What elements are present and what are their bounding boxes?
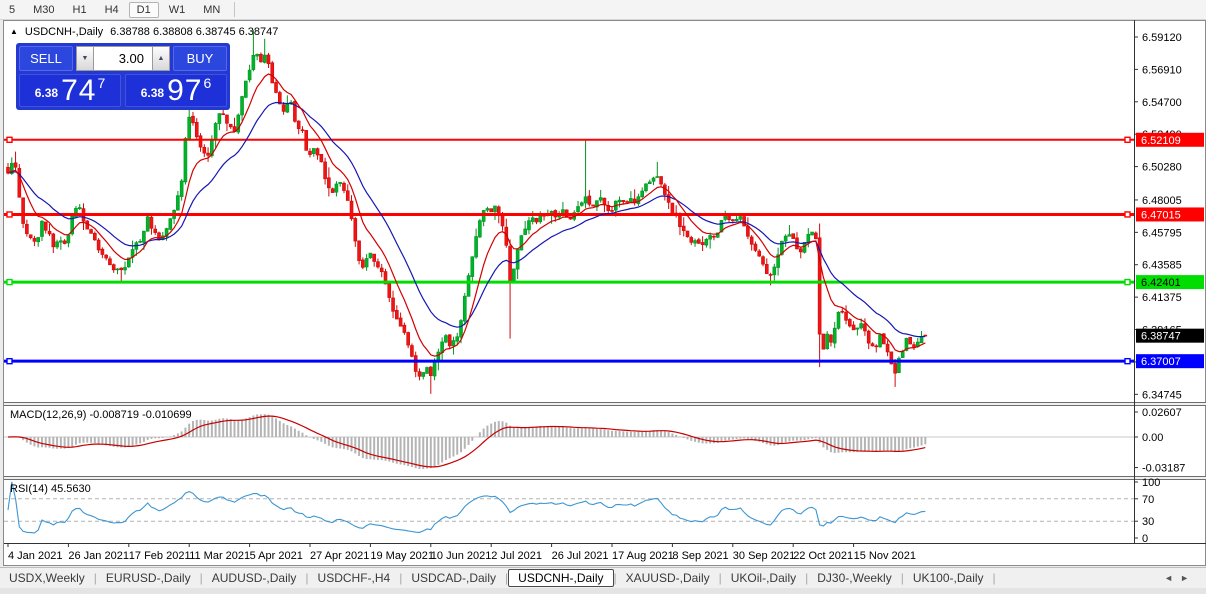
svg-text:6.50280: 6.50280 [1142, 162, 1182, 174]
svg-text:19 May 2021: 19 May 2021 [370, 550, 434, 562]
tab-dj30-weekly[interactable]: DJ30-,Weekly [808, 570, 900, 586]
svg-text:6.47015: 6.47015 [1141, 209, 1181, 221]
chart-header: ▲ USDCNH-,Daily 6.38788 6.38808 6.38745 … [10, 26, 278, 38]
buy-price-display[interactable]: 6.38 97 6 [125, 74, 227, 107]
svg-text:26 Jul 2021: 26 Jul 2021 [552, 550, 609, 562]
sell-price-sup: 7 [97, 75, 105, 91]
svg-text:6.48005: 6.48005 [1142, 195, 1182, 207]
svg-text:MACD(12,26,9) -0.008719 -0.010: MACD(12,26,9) -0.008719 -0.010699 [10, 409, 192, 421]
svg-text:30: 30 [1142, 516, 1154, 528]
timeframe-button-h1[interactable]: H1 [65, 2, 95, 18]
svg-text:22 Oct 2021: 22 Oct 2021 [793, 550, 853, 562]
buy-price-big: 97 [167, 78, 202, 104]
timeframe-button-h4[interactable]: H4 [97, 2, 127, 18]
svg-text:17 Feb 2021: 17 Feb 2021 [129, 550, 191, 562]
svg-text:70: 70 [1142, 494, 1154, 506]
svg-text:6.54700: 6.54700 [1142, 97, 1182, 109]
svg-text:6.43585: 6.43585 [1142, 260, 1182, 272]
svg-text:6.52109: 6.52109 [1141, 135, 1181, 147]
tab-xauusd-daily[interactable]: XAUUSD-,Daily [617, 570, 719, 586]
chart-ohlc-values: 6.38788 6.38808 6.38745 6.38747 [110, 26, 278, 38]
svg-text:8 Sep 2021: 8 Sep 2021 [672, 550, 728, 562]
timeframe-button-w1[interactable]: W1 [161, 2, 194, 18]
tab-uk100-daily[interactable]: UK100-,Daily [904, 570, 993, 586]
svg-text:4 Jan 2021: 4 Jan 2021 [8, 550, 62, 562]
buy-button[interactable]: BUY [173, 46, 227, 71]
buy-price-base: 6.38 [141, 86, 164, 100]
svg-text:6.56910: 6.56910 [1142, 64, 1182, 76]
svg-text:0: 0 [1142, 533, 1148, 545]
svg-text:6.45795: 6.45795 [1142, 227, 1182, 239]
volume-stepper: ▼ 3.00 ▲ [76, 46, 170, 71]
svg-text:0.02607: 0.02607 [1142, 407, 1182, 419]
tab-usdchf-h4[interactable]: USDCHF-,H4 [309, 570, 400, 586]
tab-usdcnh-daily[interactable]: USDCNH-,Daily [508, 569, 613, 587]
tab-scroll-arrows[interactable]: ◄► [1164, 573, 1196, 583]
timeframe-button-5[interactable]: 5 [1, 2, 23, 18]
svg-text:15 Nov 2021: 15 Nov 2021 [854, 550, 916, 562]
timeframe-button-m30[interactable]: M30 [25, 2, 62, 18]
timeframe-toolbar: 5M30H1H4D1W1MN [0, 0, 1206, 20]
svg-text:11 Mar 2021: 11 Mar 2021 [189, 550, 250, 562]
buy-price-sup: 6 [203, 75, 211, 91]
sell-price-big: 74 [61, 78, 96, 104]
svg-text:2 Jul 2021: 2 Jul 2021 [491, 550, 542, 562]
svg-text:6.34745: 6.34745 [1142, 389, 1182, 401]
collapse-subwindow-icon[interactable]: ▲ [10, 27, 18, 37]
volume-up-button[interactable]: ▲ [152, 46, 170, 71]
toolbar-separator [234, 2, 235, 17]
svg-text:100: 100 [1142, 477, 1160, 489]
svg-text:27 Apr 2021: 27 Apr 2021 [310, 550, 369, 562]
sell-price-display[interactable]: 6.38 74 7 [19, 74, 121, 107]
svg-text:17 Aug 2021: 17 Aug 2021 [612, 550, 674, 562]
tab-separator: | [993, 571, 996, 585]
svg-text:26 Jan 2021: 26 Jan 2021 [68, 550, 129, 562]
tab-usdx-weekly[interactable]: USDX,Weekly [0, 570, 94, 586]
one-click-trade-panel: SELL ▼ 3.00 ▲ BUY 6.38 74 7 6.38 97 6 [16, 43, 230, 110]
svg-text:30 Sep 2021: 30 Sep 2021 [733, 550, 795, 562]
tab-usdcad-daily[interactable]: USDCAD-,Daily [402, 570, 505, 586]
timeframe-button-d1[interactable]: D1 [129, 2, 159, 18]
tab-audusd-daily[interactable]: AUDUSD-,Daily [203, 570, 306, 586]
svg-text:RSI(14) 45.5630: RSI(14) 45.5630 [10, 483, 91, 495]
svg-text:6.37007: 6.37007 [1141, 356, 1181, 368]
svg-text:6.42401: 6.42401 [1141, 277, 1181, 289]
tab-ukoil-daily[interactable]: UKOil-,Daily [722, 570, 805, 586]
svg-text:6.59120: 6.59120 [1142, 32, 1182, 44]
svg-text:6.38747: 6.38747 [1141, 331, 1181, 343]
volume-down-button[interactable]: ▼ [76, 46, 94, 71]
sell-button[interactable]: SELL [19, 46, 73, 71]
volume-field[interactable]: 3.00 [94, 46, 152, 71]
svg-text:10 Jun 2021: 10 Jun 2021 [431, 550, 492, 562]
svg-text:6.41375: 6.41375 [1142, 292, 1182, 304]
svg-text:5 Apr 2021: 5 Apr 2021 [250, 550, 303, 562]
svg-text:-0.03187: -0.03187 [1142, 463, 1185, 475]
timeframe-button-mn[interactable]: MN [195, 2, 228, 18]
tab-eurusd-daily[interactable]: EURUSD-,Daily [97, 570, 200, 586]
sell-price-base: 6.38 [35, 86, 58, 100]
svg-text:0.00: 0.00 [1142, 432, 1163, 444]
symbol-tab-bar: USDX,Weekly|EURUSD-,Daily|AUDUSD-,Daily|… [0, 567, 1206, 588]
chart-symbol-label: USDCNH-,Daily [25, 26, 103, 38]
